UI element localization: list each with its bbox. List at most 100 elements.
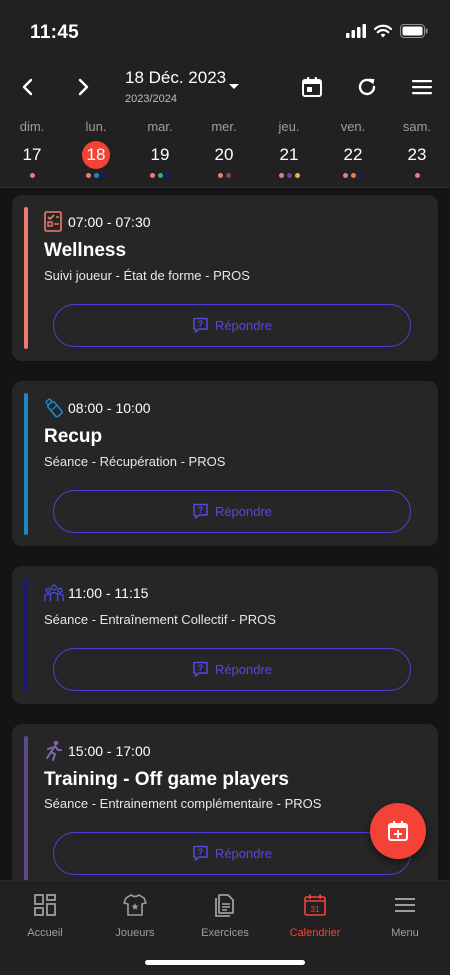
day-number: 23 [407, 145, 427, 164]
respond-button[interactable]: ? Répondre [53, 832, 411, 875]
event-dot [149, 173, 155, 178]
event-dots [385, 173, 449, 178]
event-dots [257, 173, 321, 178]
question-bubble-icon: ? [193, 661, 208, 677]
event-card[interactable]: 11:00 - 11:15 Séance - Entraînement Coll… [12, 566, 438, 704]
event-dots [192, 173, 256, 178]
respond-label: Répondre [214, 662, 273, 677]
respond-label: Répondre [214, 318, 273, 333]
calendar-header: 18 Déc. 2023 2023/2024 [0, 62, 450, 112]
event-subtitle: Séance - Récupération - PROS [44, 454, 226, 469]
svg-text:?: ? [198, 663, 204, 673]
event-dot [165, 173, 171, 178]
chevron-left-icon[interactable] [13, 72, 43, 102]
nav-item-accueil[interactable]: Accueil [0, 881, 90, 951]
day-tuesday[interactable]: mar. 19 [128, 112, 192, 188]
event-color-bar [24, 736, 28, 882]
day-name: ven. [340, 119, 366, 134]
event-color-bar [24, 207, 28, 349]
event-dot [414, 173, 420, 178]
selected-date-label[interactable]: 18 Déc. 2023 [125, 68, 226, 88]
cellular-signal-icon [346, 24, 366, 38]
event-dot [342, 173, 348, 178]
calendar-day-text: 31 [311, 905, 320, 914]
nav-label: Accueil [27, 927, 63, 939]
home-indicator [145, 960, 305, 965]
event-dot [85, 173, 91, 178]
day-name: mar. [147, 119, 173, 134]
week-strip: dim. 17 lun. 18 mar. 19 mer. 20 jeu. 21 … [0, 112, 450, 188]
event-time: 07:00 - 07:30 [68, 214, 151, 230]
day-name: mer. [211, 119, 237, 134]
event-card[interactable]: 08:00 - 10:00 Recup Séance - Récupératio… [12, 381, 438, 546]
day-number: 17 [22, 145, 42, 164]
day-thursday[interactable]: jeu. 21 [257, 112, 321, 188]
nav-label: Calendrier [289, 927, 341, 939]
question-bubble-icon: ? [193, 317, 208, 333]
add-event-button[interactable] [370, 803, 426, 859]
wifi-icon [374, 24, 392, 38]
svg-text:?: ? [198, 319, 204, 329]
day-number: 20 [214, 145, 234, 164]
respond-label: Répondre [214, 846, 273, 861]
status-time: 11:45 [30, 22, 80, 43]
battery-icon [400, 24, 428, 38]
add-event-icon [388, 821, 408, 841]
calendar-icon[interactable] [297, 72, 327, 102]
status-icons [346, 24, 428, 38]
respond-button[interactable]: ? Répondre [53, 304, 411, 347]
event-title: Wellness [44, 240, 127, 261]
event-card[interactable]: 15:00 - 17:00 Training - Off game player… [12, 724, 438, 894]
event-time: 15:00 - 17:00 [68, 743, 151, 759]
nav-item-exercices[interactable]: Exercices [180, 881, 270, 951]
nav-label: Joueurs [115, 927, 155, 939]
calendar-31-icon: 31 [304, 894, 326, 916]
hamburger-menu-icon[interactable] [407, 72, 437, 102]
runner-icon [46, 740, 62, 761]
day-saturday[interactable]: sam. 23 [385, 112, 449, 188]
refresh-icon[interactable] [352, 72, 382, 102]
event-dot [157, 173, 163, 178]
day-number: 18 [82, 141, 110, 169]
nav-item-joueurs[interactable]: Joueurs [90, 881, 180, 951]
event-subtitle: Suivi joueur - État de forme - PROS [44, 268, 250, 283]
event-dot [217, 173, 223, 178]
question-bubble-icon: ? [193, 845, 208, 861]
jersey-icon [123, 894, 147, 916]
document-icon [215, 894, 234, 917]
event-subtitle: Séance - Entraînement Collectif - PROS [44, 612, 276, 627]
event-dots [321, 173, 385, 178]
svg-text:?: ? [198, 847, 204, 857]
hamburger-menu-icon [395, 898, 415, 912]
season-label: 2023/2024 [125, 93, 177, 105]
checklist-icon [44, 211, 62, 232]
nav-item-calendrier[interactable]: 31 Calendrier [270, 881, 360, 951]
respond-button[interactable]: ? Répondre [53, 490, 411, 533]
day-name: dim. [19, 119, 45, 134]
day-number: 22 [343, 145, 363, 164]
day-friday[interactable]: ven. 22 [321, 112, 385, 188]
day-sunday[interactable]: dim. 17 [0, 112, 64, 188]
nav-label: Menu [391, 927, 419, 939]
day-name: jeu. [278, 119, 300, 134]
day-number: 19 [150, 145, 170, 164]
event-card[interactable]: 07:00 - 07:30 Wellness Suivi joueur - Ét… [12, 195, 438, 361]
event-dot [29, 173, 35, 178]
day-wednesday[interactable]: mer. 20 [192, 112, 256, 188]
question-bubble-icon: ? [193, 503, 208, 519]
day-monday[interactable]: lun. 18 [64, 112, 128, 188]
svg-text:?: ? [198, 505, 204, 515]
event-dot [358, 173, 364, 178]
event-dots [64, 173, 128, 178]
event-dot [294, 173, 300, 178]
respond-button[interactable]: ? Répondre [53, 648, 411, 691]
event-title: Training - Off game players [44, 769, 289, 790]
day-name: sam. [402, 119, 432, 134]
day-number: 21 [279, 145, 299, 164]
nav-label: Exercices [201, 927, 249, 939]
nav-item-menu[interactable]: Menu [360, 881, 450, 951]
caret-down-icon[interactable] [228, 83, 240, 91]
day-name: lun. [85, 119, 107, 134]
chevron-right-icon[interactable] [68, 72, 98, 102]
event-time: 11:00 - 11:15 [68, 585, 149, 601]
